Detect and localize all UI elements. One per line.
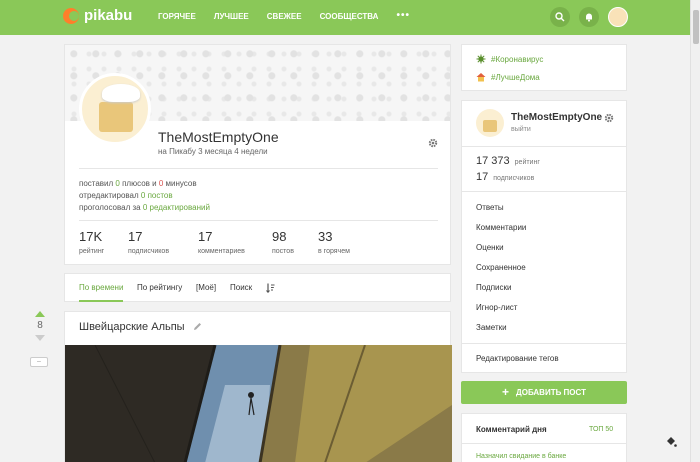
comment-of-day-link[interactable]: Назначил свидание в банке	[476, 453, 566, 460]
post-title[interactable]: Швейцарские Альпы	[79, 321, 185, 333]
nav-hot[interactable]: ГОРЯЧЕЕ	[158, 12, 196, 21]
settings-gear-icon[interactable]	[428, 138, 438, 148]
tag-better-home[interactable]: #ЛучшеДома	[476, 72, 540, 82]
post-rating: 8	[37, 320, 43, 331]
divider	[462, 191, 626, 192]
top-50-link[interactable]: ТОП 50	[589, 426, 613, 433]
tab-search[interactable]: Поиск	[230, 283, 252, 292]
user-card-rating: 17 373 рейтинг	[476, 155, 540, 167]
bell-icon	[586, 13, 592, 22]
stat-subscribers[interactable]: 17 подписчиков	[128, 229, 169, 255]
user-card: TheMostEmptyOne выйти 17 373 рейтинг 17 по…	[461, 100, 627, 373]
user-card-name[interactable]: TheMostEmptyOne	[511, 112, 602, 123]
divider	[462, 146, 626, 147]
user-card-avatar[interactable]	[476, 109, 504, 137]
sort-icon[interactable]	[266, 283, 275, 293]
comment-of-day-card: Комментарий дня ТОП 50 Назначил свидание…	[461, 413, 627, 462]
nav-fresh[interactable]: СВЕЖЕЕ	[267, 12, 302, 21]
avatar-house	[99, 102, 133, 132]
edit-pencil-icon[interactable]	[193, 322, 202, 331]
profile-since: на Пикабу 3 месяца 4 недели	[158, 147, 268, 156]
divider	[79, 220, 438, 221]
stat-rating: 17K рейтинг	[79, 229, 105, 255]
logo-text: pikabu	[84, 7, 133, 24]
plus-icon: +	[502, 385, 510, 399]
downvote-arrow-icon[interactable]	[35, 335, 45, 341]
profile-card: TheMostEmptyOne на Пикабу 3 месяца 4 нед…	[64, 44, 451, 265]
divider	[79, 168, 438, 169]
posts-edited-link[interactable]: 0 постов	[141, 191, 173, 200]
edits-voted-link[interactable]: 0 редактирований	[143, 203, 210, 212]
stat-hot[interactable]: 33 в горячем	[318, 229, 350, 255]
activity-votes: поставил 0 плюсов и 0 минусов	[79, 179, 197, 188]
post-card: Швейцарские Альпы	[64, 311, 452, 462]
menu-comments[interactable]: Комментарии	[476, 223, 526, 232]
settings-gear-icon[interactable]	[604, 113, 614, 123]
stat-posts[interactable]: 98 постов	[272, 229, 294, 255]
post-voter: 8	[30, 311, 50, 341]
paint-bucket-icon[interactable]	[665, 436, 677, 448]
tab-mine[interactable]: [Моё]	[196, 283, 216, 292]
activity-edit-votes: проголосовал за 0 редактирований	[79, 203, 210, 212]
tent-photo-illustration	[65, 345, 452, 462]
logo[interactable]: pikabu	[63, 7, 132, 24]
search-icon	[555, 12, 565, 22]
user-card-subscribers[interactable]: 17 подписчиков	[476, 171, 534, 183]
search-button[interactable]	[550, 7, 570, 27]
nav-communities[interactable]: СООБЩЕСТВА	[320, 12, 379, 21]
nav-more-button[interactable]: •••	[396, 10, 410, 21]
top-actions	[550, 7, 628, 27]
divider	[462, 443, 626, 444]
comment-of-day-title: Комментарий дня	[476, 425, 547, 434]
menu-edit-tags[interactable]: Редактирование тегов	[476, 354, 559, 363]
profile-avatar	[79, 73, 151, 145]
tab-by-rating[interactable]: По рейтингу	[137, 283, 182, 292]
top-bar: pikabu ГОРЯЧЕЕ ЛУЧШЕЕ СВЕЖЕЕ СООБЩЕСТВА …	[0, 0, 690, 35]
pikabu-logo-icon	[63, 7, 79, 24]
menu-ignore-list[interactable]: Игнор-лист	[476, 303, 517, 312]
logout-link[interactable]: выйти	[511, 126, 531, 133]
add-post-button[interactable]: + ДОБАВИТЬ ПОСТ	[461, 381, 627, 404]
user-avatar[interactable]	[608, 7, 628, 27]
tab-by-time[interactable]: По времени	[79, 283, 123, 292]
tag-coronavirus[interactable]: #Коронавирус	[476, 54, 543, 64]
house-icon	[476, 73, 486, 82]
notifications-button[interactable]	[579, 7, 599, 27]
menu-replies[interactable]: Ответы	[476, 203, 504, 212]
menu-subscriptions[interactable]: Подписки	[476, 283, 511, 292]
profile-tabs: По времени По рейтингу [Моё] Поиск	[64, 273, 451, 302]
profile-nickname: TheMostEmptyOne	[158, 129, 279, 145]
active-tab-underline	[79, 300, 123, 302]
divider	[462, 343, 626, 344]
upvote-arrow-icon[interactable]	[35, 311, 45, 317]
menu-notes[interactable]: Заметки	[476, 323, 507, 332]
menu-saved[interactable]: Сохраненное	[476, 263, 526, 272]
page-scrollbar[interactable]	[690, 0, 700, 462]
main-nav: ГОРЯЧЕЕ ЛУЧШЕЕ СВЕЖЕЕ СООБЩЕСТВА •••	[158, 10, 428, 21]
activity-edits: отредактировал 0 постов	[79, 191, 173, 200]
scrollbar-thumb[interactable]	[693, 10, 699, 44]
stat-comments[interactable]: 17 комментариев	[198, 229, 245, 255]
trending-tags: #Коронавирус #ЛучшеДома	[461, 44, 627, 91]
menu-ratings[interactable]: Оценки	[476, 243, 504, 252]
post-image	[65, 345, 452, 462]
nav-best[interactable]: ЛУЧШЕЕ	[214, 12, 249, 21]
collapse-post-button[interactable]: –	[30, 357, 48, 367]
avatar-chef-hat	[102, 84, 140, 102]
virus-icon	[476, 54, 486, 64]
